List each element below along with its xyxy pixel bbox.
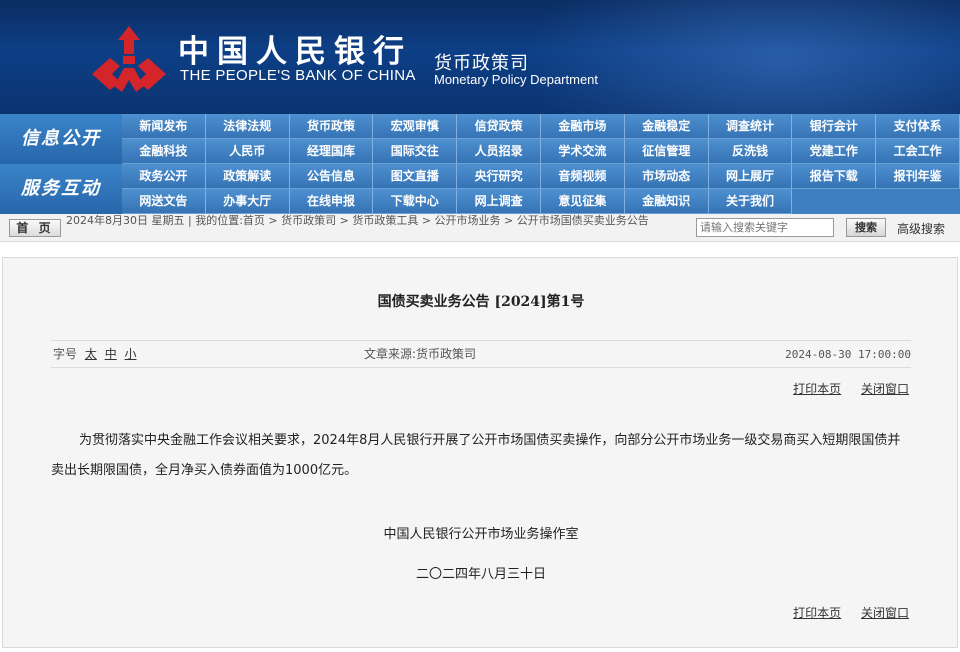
site-banner: 中国人民银行 THE PEOPLE'S BANK OF CHINA 货币政策司 …	[0, 0, 960, 114]
nav-item[interactable]: 政策解读	[205, 164, 290, 189]
signature-organization: 中国人民银行公开市场业务操作室	[383, 527, 579, 542]
close-window-link[interactable]: 关闭窗口	[861, 382, 909, 396]
nav-item[interactable]: 办事大厅	[205, 189, 290, 214]
breadcrumb-path[interactable]: 我的位置:首页 > 货币政策司 > 货币政策工具 > 公开市场业务 > 公开市场…	[195, 214, 649, 227]
nav-item[interactable]: 报告下载	[792, 164, 877, 189]
nav-item[interactable]: 金融市场	[541, 114, 625, 139]
nav-item[interactable]: 宏观审慎	[373, 114, 458, 139]
nav-item[interactable]: 货币政策	[289, 114, 374, 139]
nav-item[interactable]: 金融知识	[624, 189, 709, 214]
nav-item[interactable]: 支付体系	[876, 114, 960, 139]
publish-time: 2024-08-30 17:00:00	[785, 348, 911, 361]
nav-item[interactable]: 音频视频	[541, 164, 625, 189]
nav-item[interactable]: 新闻发布	[122, 114, 206, 139]
nav-item[interactable]: 意见征集	[541, 189, 625, 214]
nav-item[interactable]: 人民币	[205, 139, 290, 164]
nav-item[interactable]: 公告信息	[289, 164, 374, 189]
bank-name-cn[interactable]: 中国人民银行	[178, 26, 412, 71]
nav-item[interactable]: 党建工作	[792, 139, 877, 164]
pboc-emblem-icon[interactable]	[90, 24, 168, 94]
article-meta-row: 字号 太 中 小 文章来源:货币政策司 2024-08-30 17:00:00	[51, 340, 911, 368]
bank-name-en[interactable]: THE PEOPLE'S BANK OF CHINA	[180, 67, 416, 84]
nav-item[interactable]: 金融稳定	[624, 114, 709, 139]
signature-date: 二〇二四年八月三十日	[415, 567, 546, 582]
print-page-link[interactable]: 打印本页	[793, 382, 841, 396]
font-size-large-link[interactable]: 太	[85, 347, 97, 361]
close-window-link[interactable]: 关闭窗口	[861, 606, 909, 620]
font-size-control: 字号 太 中 小	[53, 341, 137, 368]
banner-glow	[520, 0, 960, 114]
nav-item[interactable]: 图文直播	[373, 164, 458, 189]
font-size-medium-link[interactable]: 中	[105, 347, 117, 361]
home-button[interactable]: 首 页	[9, 219, 61, 237]
nav-item[interactable]: 信贷政策	[457, 114, 541, 139]
font-size-label: 字号	[53, 347, 78, 361]
nav-item[interactable]: 央行研究	[457, 164, 541, 189]
nav-item[interactable]: 人员招录	[457, 139, 541, 164]
article-body: 为贯彻落实中央金融工作会议相关要求，2024年8月人民银行开展了公开市场国债买卖…	[51, 433, 901, 478]
nav-item[interactable]: 法律法规	[205, 114, 290, 139]
nav-item[interactable]: 工会工作	[876, 139, 960, 164]
nav-grid-info: 新闻发布 法律法规 货币政策 宏观审慎 信贷政策 金融市场 金融稳定 调查统计 银行会计 支付体系…	[122, 114, 960, 164]
search-button[interactable]: 搜索	[846, 218, 886, 237]
article-title: 国债买卖业务公告 [2024]第1号	[377, 294, 585, 310]
current-date: 2024年8月30日 星期五	[66, 214, 185, 227]
search-input[interactable]	[696, 218, 834, 237]
nav-item[interactable]: 市场动态	[624, 164, 709, 189]
nav-item[interactable]: 银行会计	[792, 114, 877, 139]
nav-item[interactable]: 在线申报	[289, 189, 374, 214]
nav-item[interactable]: 征信管理	[624, 139, 709, 164]
nav-item[interactable]: 政务公开	[122, 164, 206, 189]
nav-item[interactable]: 调查统计	[708, 114, 793, 139]
nav-item[interactable]: 金融科技	[122, 139, 206, 164]
nav-item[interactable]: 网送文告	[122, 189, 206, 214]
nav-item[interactable]: 网上调查	[457, 189, 541, 214]
nav-item[interactable]: 网上展厅	[708, 164, 793, 189]
nav-item[interactable]: 学术交流	[541, 139, 625, 164]
nav-item[interactable]: 反洗钱	[708, 139, 793, 164]
utility-links-top: 打印本页 关闭窗口	[777, 380, 909, 397]
font-size-small-link[interactable]: 小	[125, 347, 137, 361]
nav-item[interactable]: 经理国库	[289, 139, 374, 164]
nav-item[interactable]: 报刊年鉴	[876, 164, 960, 189]
nav-item[interactable]: 下载中心	[373, 189, 458, 214]
nav-section-info: 信息公开 新闻发布 法律法规 货币政策 宏观审慎 信贷政策 金融市场 金融稳定 调查统计 银行会…	[0, 114, 960, 164]
utility-links-bottom: 打印本页 关闭窗口	[777, 604, 909, 621]
article-panel: 国债买卖业务公告 [2024]第1号 字号 太 中 小 文章来源:货币政策司 2…	[2, 257, 958, 648]
print-page-link[interactable]: 打印本页	[793, 606, 841, 620]
main-navigation: 信息公开 新闻发布 法律法规 货币政策 宏观审慎 信贷政策 金融市场 金融稳定 调查统计 银行会…	[0, 114, 960, 214]
advanced-search-link[interactable]: 高级搜索	[897, 220, 945, 237]
nav-section-label-info: 信息公开	[0, 114, 122, 164]
nav-item[interactable]: 关于我们	[708, 189, 793, 214]
nav-item[interactable]: 国际交往	[373, 139, 458, 164]
breadcrumb: 2024年8月30日 星期五 | 我的位置:首页 > 货币政策司 > 货币政策工…	[66, 214, 694, 227]
article-source: 文章来源:货币政策司	[364, 347, 477, 361]
department-name-en[interactable]: Monetary Policy Department	[434, 72, 598, 87]
nav-section-label-service: 服务互动	[0, 164, 122, 214]
nav-section-service: 服务互动 政务公开 政策解读 公告信息 图文直播 央行研究 音频视频 市场动态 网上展厅 报告下…	[0, 164, 960, 214]
breadcrumb-bar: 首 页 2024年8月30日 星期五 | 我的位置:首页 > 货币政策司 > 货…	[0, 214, 960, 242]
nav-grid-service: 政务公开 政策解读 公告信息 图文直播 央行研究 音频视频 市场动态 网上展厅 报告下载 报刊年鉴…	[122, 164, 960, 214]
